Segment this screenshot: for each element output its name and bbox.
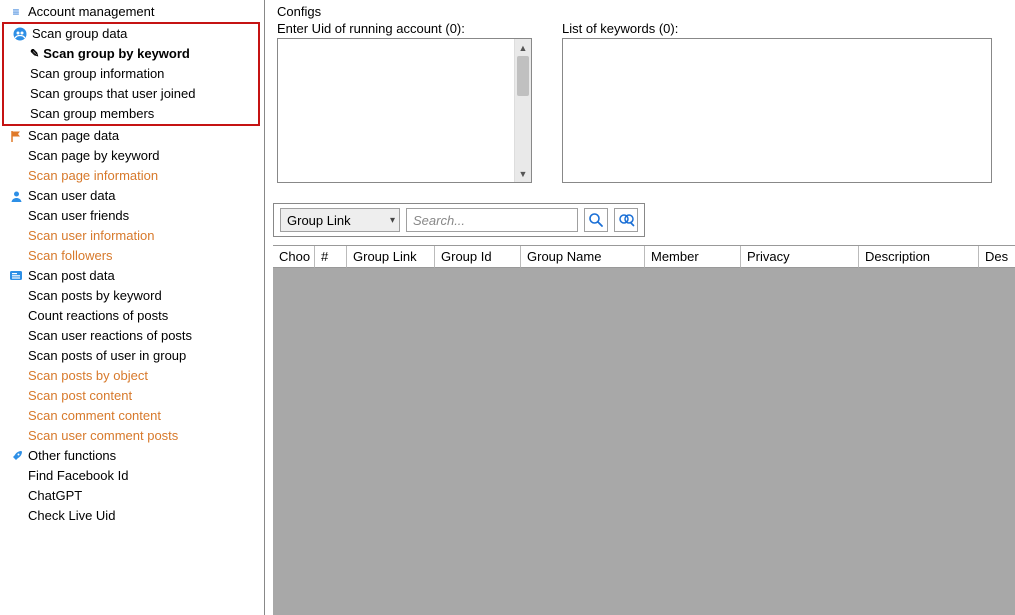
th-des[interactable]: Des xyxy=(979,246,1015,268)
sidebar-item-group-userjoined[interactable]: Scan groups that user joined xyxy=(4,84,258,104)
th-groupname[interactable]: Group Name xyxy=(521,246,645,268)
sidebar-section-group[interactable]: Scan group data xyxy=(4,24,258,44)
th-grouplink[interactable]: Group Link xyxy=(347,246,435,268)
sidebar-item-user-friends[interactable]: Scan user friends xyxy=(0,206,264,226)
keywords-input[interactable] xyxy=(562,38,992,183)
sidebar-item-label: Scan page information xyxy=(28,166,158,186)
sidebar-item-label: Scan user information xyxy=(28,226,154,246)
table-body xyxy=(273,268,1015,615)
search-button[interactable] xyxy=(584,208,608,232)
user-icon xyxy=(8,190,24,203)
sidebar-item-label: Scan groups that user joined xyxy=(30,84,196,104)
sidebar-root[interactable]: ≡ Account management xyxy=(0,2,264,22)
flag-icon xyxy=(8,130,24,143)
sidebar-item-group-members[interactable]: Scan group members xyxy=(4,104,258,124)
sidebar-item-post-content[interactable]: Scan post content xyxy=(0,386,264,406)
sidebar-item-post-usergroup[interactable]: Scan posts of user in group xyxy=(0,346,264,366)
th-index[interactable]: # xyxy=(315,246,347,268)
sidebar-item-label: Find Facebook Id xyxy=(28,466,128,486)
sidebar-item-label: Scan comment content xyxy=(28,406,161,426)
table-header: Choo # Group Link Group Id Group Name Me… xyxy=(273,246,1015,268)
sidebar-section-user-label: Scan user data xyxy=(28,186,115,206)
sidebar-item-checkliveuid[interactable]: Check Live Uid xyxy=(0,506,264,526)
keywords-label: List of keywords (0): xyxy=(562,21,992,36)
sidebar-item-label: Scan post content xyxy=(28,386,132,406)
sidebar-item-label: Scan user reactions of posts xyxy=(28,326,192,346)
chevron-down-icon: ▾ xyxy=(390,215,395,226)
sidebar-item-label: Scan posts by keyword xyxy=(28,286,162,306)
sidebar-item-label: Scan user comment posts xyxy=(28,426,178,446)
th-description[interactable]: Description xyxy=(859,246,979,268)
sidebar-item-user-info[interactable]: Scan user information xyxy=(0,226,264,246)
sidebar-item-label: Scan group members xyxy=(30,104,154,124)
sidebar-item-label: Scan followers xyxy=(28,246,113,266)
sidebar-item-label: Check Live Uid xyxy=(28,506,115,526)
post-icon xyxy=(8,270,24,283)
sidebar-item-label: ChatGPT xyxy=(28,486,82,506)
group-icon xyxy=(12,27,28,41)
search-toolbar: Group Link ▾ xyxy=(273,203,645,237)
sidebar-item-post-countreactions[interactable]: Count reactions of posts xyxy=(0,306,264,326)
th-privacy[interactable]: Privacy xyxy=(741,246,859,268)
sidebar-section-other-label: Other functions xyxy=(28,446,116,466)
sidebar-item-group-info[interactable]: Scan group information xyxy=(4,64,258,84)
configs-title: Configs xyxy=(273,4,1015,19)
sidebar-section-post[interactable]: Scan post data xyxy=(0,266,264,286)
sidebar-item-findfbid[interactable]: Find Facebook Id xyxy=(0,466,264,486)
sidebar-item-post-byobject[interactable]: Scan posts by object xyxy=(0,366,264,386)
sidebar-section-user[interactable]: Scan user data xyxy=(0,186,264,206)
menu-icon: ≡ xyxy=(8,2,24,22)
sidebar-item-page-keyword[interactable]: Scan page by keyword xyxy=(0,146,264,166)
sidebar-item-post-userreactions[interactable]: Scan user reactions of posts xyxy=(0,326,264,346)
sidebar-item-post-keyword[interactable]: Scan posts by keyword xyxy=(0,286,264,306)
uid-input[interactable] xyxy=(278,39,514,182)
sidebar-section-group-label: Scan group data xyxy=(32,24,127,44)
sidebar-item-label: Scan page by keyword xyxy=(28,146,160,166)
sidebar-root-label: Account management xyxy=(28,2,154,22)
sidebar: ≡ Account management Scan group data ✎ S… xyxy=(0,0,265,615)
results-table: Choo # Group Link Group Id Group Name Me… xyxy=(273,245,1015,615)
th-member[interactable]: Member xyxy=(645,246,741,268)
th-groupid[interactable]: Group Id xyxy=(435,246,521,268)
uid-scrollbar[interactable]: ▲ ▼ xyxy=(514,39,531,182)
search-icon xyxy=(588,212,604,228)
column-dropdown[interactable]: Group Link ▾ xyxy=(280,208,400,232)
sidebar-item-user-followers[interactable]: Scan followers xyxy=(0,246,264,266)
sidebar-item-group-keyword[interactable]: ✎ Scan group by keyword xyxy=(4,44,258,64)
main-panel: Configs Enter Uid of running account (0)… xyxy=(265,0,1015,615)
search-input[interactable] xyxy=(406,208,578,232)
sidebar-item-page-info[interactable]: Scan page information xyxy=(0,166,264,186)
search-all-button[interactable] xyxy=(614,208,638,232)
sidebar-item-user-comment-posts[interactable]: Scan user comment posts xyxy=(0,426,264,446)
sidebar-item-label: Scan group information xyxy=(30,64,164,84)
sidebar-item-label: Scan posts by object xyxy=(28,366,148,386)
sidebar-item-label: Scan user friends xyxy=(28,206,129,226)
scroll-down-icon[interactable]: ▼ xyxy=(515,165,531,182)
rocket-icon xyxy=(8,450,24,463)
sidebar-item-label: Count reactions of posts xyxy=(28,306,168,326)
sidebar-section-page-label: Scan page data xyxy=(28,126,119,146)
uid-box: ▲ ▼ xyxy=(277,38,532,183)
sidebar-section-post-label: Scan post data xyxy=(28,266,115,286)
scan-group-highlight: Scan group data ✎ Scan group by keyword … xyxy=(2,22,260,126)
scroll-up-icon[interactable]: ▲ xyxy=(515,39,531,56)
uid-label: Enter Uid of running account (0): xyxy=(277,21,532,36)
sidebar-item-label: Scan group by keyword xyxy=(43,44,190,64)
sidebar-item-label: Scan posts of user in group xyxy=(28,346,186,366)
sidebar-section-page[interactable]: Scan page data xyxy=(0,126,264,146)
th-choose[interactable]: Choo xyxy=(273,246,315,268)
sidebar-item-chatgpt[interactable]: ChatGPT xyxy=(0,486,264,506)
dropdown-value: Group Link xyxy=(287,213,351,228)
pencil-icon: ✎ xyxy=(30,44,39,64)
sidebar-item-comment-content[interactable]: Scan comment content xyxy=(0,406,264,426)
search-all-icon xyxy=(618,212,635,228)
sidebar-section-other[interactable]: Other functions xyxy=(0,446,264,466)
